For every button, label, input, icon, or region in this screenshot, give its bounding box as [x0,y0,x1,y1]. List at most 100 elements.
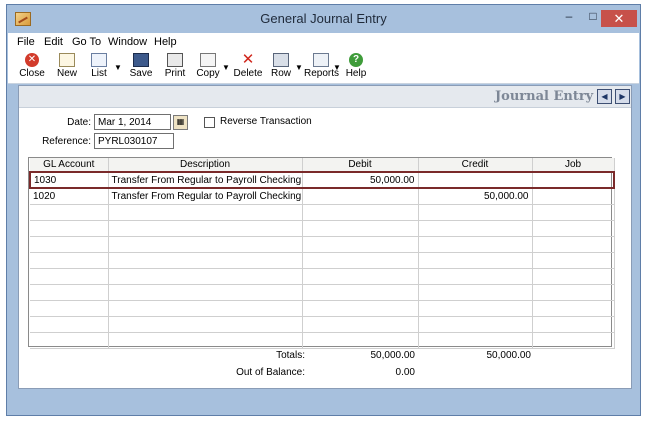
cell-debit[interactable] [302,284,419,301]
cell-debit[interactable] [302,300,419,317]
cell-gl-account[interactable] [30,332,109,349]
table-row-empty[interactable] [30,316,615,333]
cell-debit[interactable] [302,252,419,269]
table-row[interactable]: 1030 Transfer From Regular to Payroll Che… [29,171,615,189]
cell-description[interactable] [108,316,303,333]
close-window-button[interactable]: ✕ [601,10,637,27]
cell-job[interactable] [532,316,615,333]
next-record-button[interactable]: ▶ [615,89,630,104]
new-button[interactable]: New [50,53,84,83]
cell-description[interactable]: Transfer From Regular to Payroll Checkin… [108,188,303,205]
cell-debit[interactable] [302,188,419,205]
cell-description[interactable] [108,220,303,237]
column-description[interactable]: Description [108,158,303,173]
cell-gl-account[interactable] [30,316,109,333]
list-dropdown-icon[interactable]: ▼ [114,63,122,72]
cell-job[interactable] [532,236,615,253]
table-row[interactable]: 1020 Transfer From Regular to Payroll Che… [30,188,615,205]
cell-debit[interactable] [302,316,419,333]
cell-credit[interactable] [418,332,533,349]
copy-button[interactable]: Copy [194,53,222,83]
cell-gl-account[interactable] [30,300,109,317]
table-row-empty[interactable] [30,236,615,253]
column-job[interactable]: Job [532,158,615,173]
minimize-button[interactable]: – [557,8,581,27]
cell-job[interactable] [532,204,615,221]
menu-goto[interactable]: Go To [72,36,101,48]
cell-credit[interactable] [418,300,533,317]
delete-button[interactable]: ✕ Delete [232,52,264,83]
calendar-button[interactable]: ▦ [173,115,188,130]
reverse-transaction-checkbox[interactable] [204,117,215,128]
total-credit: 50,000.00 [486,350,532,361]
copy-dropdown-icon[interactable]: ▼ [222,63,230,72]
cell-debit[interactable] [302,204,419,221]
close-button[interactable]: ✕ Close [12,53,52,83]
table-row-empty[interactable] [30,268,615,285]
column-credit[interactable]: Credit [418,158,533,173]
cell-gl-account[interactable] [30,236,109,253]
table-row-empty[interactable] [30,332,615,349]
table-row-empty[interactable] [30,204,615,221]
cell-description[interactable]: Transfer From Regular to Payroll Checkin… [108,171,303,189]
cell-job[interactable] [532,252,615,269]
table-row-empty[interactable] [30,252,615,269]
cell-credit[interactable] [418,171,533,189]
cell-credit[interactable] [418,236,533,253]
cell-description[interactable] [108,300,303,317]
cell-debit[interactable]: 50,000.00 [302,171,419,189]
cell-credit[interactable] [418,268,533,285]
previous-record-button[interactable]: ◀ [597,89,612,104]
cell-job[interactable] [532,220,615,237]
menu-file[interactable]: File [17,36,35,48]
menu-help[interactable]: Help [154,36,177,48]
table-row-empty[interactable] [30,284,615,301]
list-button[interactable]: List [86,53,112,83]
date-field[interactable]: Mar 1, 2014 [94,114,171,130]
reports-dropdown-icon[interactable]: ▼ [333,63,341,72]
cell-description[interactable] [108,204,303,221]
cell-gl-account[interactable] [30,284,109,301]
cell-debit[interactable] [302,268,419,285]
cell-job[interactable] [532,284,615,301]
print-button[interactable]: Print [160,53,190,83]
table-row-empty[interactable] [30,220,615,237]
cell-debit[interactable] [302,236,419,253]
column-gl-account[interactable]: GL Account [30,158,109,173]
cell-credit[interactable] [418,220,533,237]
cell-description[interactable] [108,268,303,285]
cell-description[interactable] [108,284,303,301]
cell-gl-account[interactable]: 1030 [29,171,109,189]
cell-credit[interactable] [418,252,533,269]
reference-field[interactable]: PYRL030107 [94,133,174,149]
cell-gl-account[interactable] [30,204,109,221]
help-button[interactable]: ? Help [342,53,370,83]
cell-job[interactable] [532,332,615,349]
cell-credit[interactable] [418,204,533,221]
save-button[interactable]: Save [126,53,156,83]
cell-job[interactable] [532,188,615,205]
cell-debit[interactable] [302,220,419,237]
cell-gl-account[interactable]: 1020 [30,188,109,205]
cell-gl-account[interactable] [30,220,109,237]
table-row-empty[interactable] [30,300,615,317]
cell-credit[interactable]: 50,000.00 [418,188,533,205]
cell-job[interactable] [532,300,615,317]
menu-edit[interactable]: Edit [44,36,63,48]
cell-description[interactable] [108,236,303,253]
cell-credit[interactable] [418,316,533,333]
cell-job[interactable] [532,268,615,285]
cell-description[interactable] [108,252,303,269]
menu-window[interactable]: Window [108,36,147,48]
cell-job[interactable] [532,171,615,189]
title-bar[interactable]: General Journal Entry – □ ✕ [7,5,640,33]
cell-gl-account[interactable] [30,252,109,269]
cell-credit[interactable] [418,284,533,301]
row-button[interactable]: Row [268,53,294,83]
column-debit[interactable]: Debit [302,158,419,173]
cell-gl-account[interactable] [30,268,109,285]
row-dropdown-icon[interactable]: ▼ [295,63,303,72]
cell-debit[interactable] [302,332,419,349]
cell-description[interactable] [108,332,303,349]
close-icon: ✕ [25,53,39,67]
